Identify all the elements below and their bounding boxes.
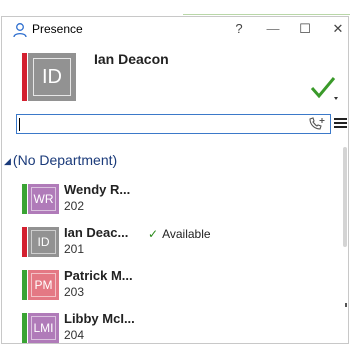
text-caret bbox=[19, 118, 20, 131]
group-header[interactable]: ◢ (No Department) bbox=[4, 152, 117, 168]
my-avatar[interactable]: ID bbox=[28, 53, 76, 101]
contact-name: Wendy R... bbox=[64, 182, 131, 197]
contact-avatar: WR bbox=[28, 184, 59, 214]
contact-status-text: Available bbox=[162, 227, 211, 241]
list-item-contact[interactable]: WR Wendy R... 202 bbox=[2, 182, 342, 216]
presence-indicator bbox=[22, 227, 27, 257]
contact-extension: 204 bbox=[64, 328, 85, 342]
presence-indicator bbox=[22, 184, 27, 214]
my-status-indicator bbox=[22, 53, 27, 101]
available-check-icon: ✓ bbox=[148, 227, 159, 241]
contact-extension: 202 bbox=[64, 199, 85, 213]
search-input[interactable] bbox=[22, 116, 302, 132]
resize-grip[interactable] bbox=[345, 303, 347, 307]
presence-person-icon bbox=[13, 23, 27, 38]
window-title: Presence bbox=[32, 22, 83, 36]
group-name: (No Department) bbox=[12, 152, 118, 168]
avatar-frame bbox=[31, 273, 56, 297]
menu-icon[interactable] bbox=[334, 117, 347, 129]
maximize-button[interactable]: ☐ bbox=[294, 19, 316, 39]
dial-phone-icon[interactable] bbox=[307, 116, 329, 132]
list-item-contact[interactable]: PM Patrick M... 203 bbox=[2, 268, 342, 302]
contact-name: Patrick M... bbox=[64, 268, 133, 283]
contact-name: Ian Deac... bbox=[64, 225, 129, 240]
list-item-contact[interactable]: LMI Libby McI... 204 bbox=[2, 311, 342, 345]
avatar-frame bbox=[31, 187, 56, 211]
my-name: Ian Deacon bbox=[94, 51, 169, 67]
search-row bbox=[2, 114, 348, 136]
contact-name: Libby McI... bbox=[64, 311, 135, 326]
contact-avatar: PM bbox=[28, 270, 59, 300]
contact-list: ◢ (No Department) WR Wendy R... 202 ID Ia… bbox=[2, 142, 348, 345]
contact-avatar: LMI bbox=[28, 313, 59, 343]
background-window-edge bbox=[183, 0, 350, 15]
presence-window: Presence ? — ☐ ✕ ID Ian Deacon ◢ (No Dep… bbox=[1, 16, 349, 344]
presence-indicator bbox=[22, 313, 27, 343]
contact-extension: 201 bbox=[64, 242, 85, 256]
close-button[interactable]: ✕ bbox=[327, 19, 349, 39]
search-box[interactable] bbox=[16, 114, 331, 134]
presence-indicator bbox=[22, 270, 27, 300]
group-collapse-icon[interactable]: ◢ bbox=[4, 156, 11, 167]
titlebar: Presence ? — ☐ ✕ bbox=[2, 17, 348, 41]
help-button[interactable]: ? bbox=[228, 19, 250, 39]
list-scrollbar[interactable] bbox=[343, 147, 347, 247]
minimize-button[interactable]: — bbox=[262, 19, 284, 39]
contact-extension: 203 bbox=[64, 285, 85, 299]
list-item-contact[interactable]: ID Ian Deac... 201 ✓ Available bbox=[2, 225, 342, 259]
contact-status: ✓ Available bbox=[148, 227, 211, 241]
contact-avatar: ID bbox=[28, 227, 59, 257]
avatar-frame bbox=[31, 316, 56, 340]
status-check-dropdown-icon[interactable] bbox=[310, 75, 338, 101]
avatar-frame bbox=[31, 230, 56, 254]
avatar-frame bbox=[33, 58, 71, 96]
my-presence-card: ID Ian Deacon bbox=[2, 45, 348, 125]
